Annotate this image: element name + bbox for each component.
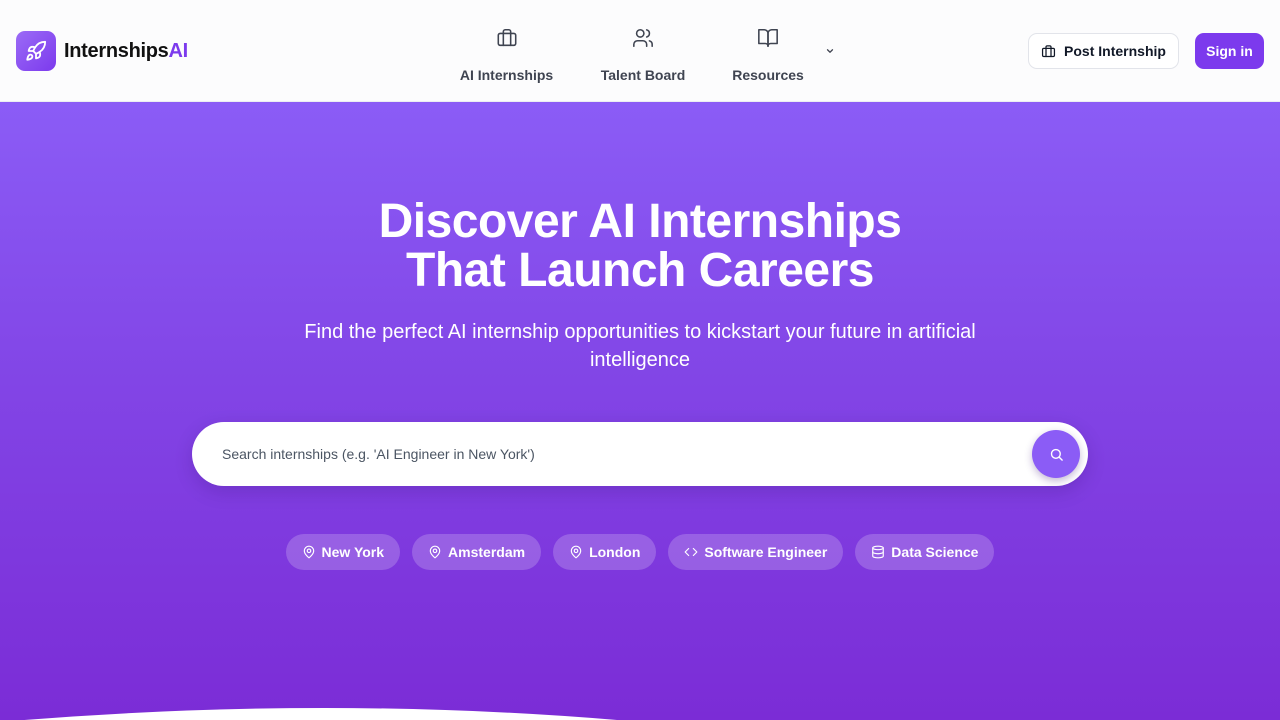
top-navigation-bar: InternshipsAI AI Internships Talent Boar… [0, 0, 1280, 102]
chip-label: Data Science [891, 544, 979, 560]
search-bar [192, 422, 1088, 486]
database-icon [871, 545, 885, 559]
chip-data-science[interactable]: Data Science [855, 534, 995, 570]
nav-label: AI Internships [459, 67, 554, 83]
chip-software-engineer[interactable]: Software Engineer [668, 534, 844, 570]
chip-label: Software Engineer [704, 544, 828, 560]
chip-label: Amsterdam [448, 544, 526, 560]
nav-item-talent-board[interactable]: Talent Board [600, 24, 686, 83]
map-pin-icon [302, 545, 316, 559]
chip-new-york[interactable]: New York [285, 534, 401, 570]
hero-title-line-2: That Launch Careers [406, 244, 874, 297]
chip-label: New York [321, 544, 385, 560]
brand-name-primary: Internships [64, 39, 169, 62]
search-icon [1049, 447, 1064, 462]
hero-bottom-wave [24, 708, 617, 720]
nav-item-resources[interactable]: Resources [732, 24, 804, 83]
chevron-down-icon[interactable] [822, 44, 838, 58]
hero-title-line-1: Discover AI Internships [378, 195, 902, 248]
briefcase-icon [1041, 44, 1056, 59]
hero-subtitle: Find the perfect AI internship opportuni… [304, 321, 976, 371]
quick-filter-chips: New York Amsterdam London Software Engin… [0, 534, 1280, 570]
brand-name: InternshipsAI [64, 40, 188, 63]
nav-item-ai-internships[interactable]: AI Internships [460, 24, 553, 83]
post-internship-label: Post Internship [1064, 43, 1166, 59]
brand-name-accent: AI [168, 39, 189, 62]
rocket-icon [16, 31, 56, 71]
sign-in-button[interactable]: Sign in [1195, 33, 1264, 69]
search-input[interactable] [222, 422, 1012, 486]
map-pin-icon [428, 545, 442, 559]
chip-label: London [589, 544, 641, 560]
hero-section: Discover AI Internships That Launch Care… [0, 102, 1280, 720]
nav-label: Resources [732, 67, 804, 83]
book-open-icon [757, 24, 779, 52]
map-pin-icon [569, 545, 583, 559]
briefcase-icon [496, 24, 518, 52]
post-internship-button[interactable]: Post Internship [1028, 33, 1179, 69]
search-button[interactable] [1032, 430, 1080, 478]
hero-title: Discover AI Internships That Launch Care… [0, 197, 1280, 295]
brand-logo[interactable]: InternshipsAI [16, 31, 188, 71]
code-icon [684, 545, 698, 559]
users-icon [632, 24, 654, 52]
nav-label: Talent Board [600, 67, 686, 83]
chip-london[interactable]: London [553, 534, 657, 570]
chip-amsterdam[interactable]: Amsterdam [412, 534, 542, 570]
